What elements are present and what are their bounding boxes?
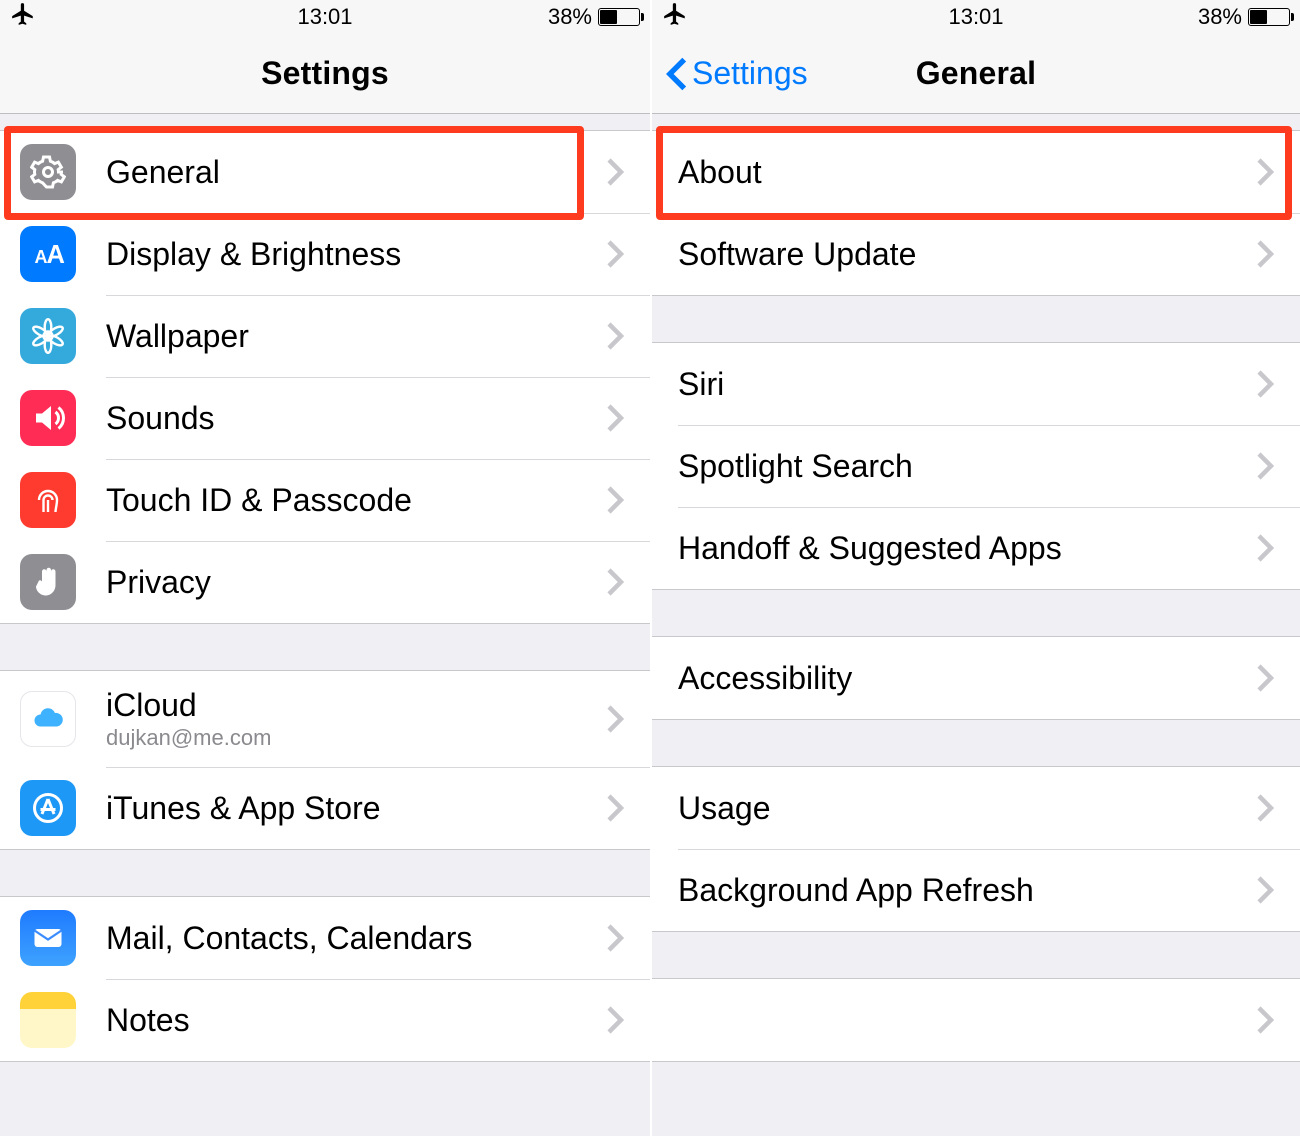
chevron-right-icon	[606, 793, 624, 823]
row-sounds[interactable]: Sounds	[0, 377, 650, 459]
row-background-app-refresh[interactable]: Background App Refresh	[652, 849, 1300, 931]
cloud-icon	[20, 691, 76, 747]
row-label: Sounds	[106, 400, 215, 437]
hand-icon	[20, 554, 76, 610]
row-wallpaper[interactable]: Wallpaper	[0, 295, 650, 377]
row-software-update[interactable]: Software Update	[652, 213, 1300, 295]
row-label: Accessibility	[678, 660, 852, 697]
row-general[interactable]: General	[0, 131, 650, 213]
row-mail-contacts-calendars[interactable]: Mail, Contacts, Calendars	[0, 897, 650, 979]
row-handoff[interactable]: Handoff & Suggested Apps	[652, 507, 1300, 589]
row-accessibility[interactable]: Accessibility	[652, 637, 1300, 719]
chevron-right-icon	[1256, 451, 1274, 481]
chevron-right-icon	[1256, 1005, 1274, 1035]
speaker-icon	[20, 390, 76, 446]
row-label: Mail, Contacts, Calendars	[106, 920, 472, 957]
settings-screen: 13:01 38% Settings General AA Display &	[0, 0, 650, 1136]
chevron-right-icon	[1256, 875, 1274, 905]
row-label: Handoff & Suggested Apps	[678, 530, 1062, 567]
row-privacy[interactable]: Privacy	[0, 541, 650, 623]
fingerprint-icon	[20, 472, 76, 528]
chevron-right-icon	[606, 567, 624, 597]
row-label: About	[678, 154, 762, 191]
notes-icon	[20, 992, 76, 1048]
row-siri[interactable]: Siri	[652, 343, 1300, 425]
row-label: Spotlight Search	[678, 448, 913, 485]
status-bar: 13:01 38%	[0, 0, 650, 34]
chevron-right-icon	[1256, 369, 1274, 399]
back-button[interactable]: Settings	[666, 55, 808, 92]
general-list[interactable]: About Software Update Siri Spotlight Sea…	[652, 114, 1300, 1136]
battery-icon	[1248, 8, 1290, 26]
row-partial[interactable]	[652, 979, 1300, 1061]
appstore-icon	[20, 780, 76, 836]
row-label: Notes	[106, 1002, 190, 1039]
row-subtitle: dujkan@me.com	[106, 725, 271, 751]
chevron-right-icon	[1256, 793, 1274, 823]
row-about[interactable]: About	[652, 131, 1300, 213]
row-label: Touch ID & Passcode	[106, 482, 412, 519]
flower-icon	[20, 308, 76, 364]
page-title: Settings	[0, 55, 650, 92]
chevron-right-icon	[1256, 157, 1274, 187]
row-usage[interactable]: Usage	[652, 767, 1300, 849]
chevron-right-icon	[1256, 239, 1274, 269]
row-label: Privacy	[106, 564, 211, 601]
chevron-right-icon	[606, 403, 624, 433]
row-itunes-appstore[interactable]: iTunes & App Store	[0, 767, 650, 849]
row-touchid-passcode[interactable]: Touch ID & Passcode	[0, 459, 650, 541]
row-label: iTunes & App Store	[106, 790, 381, 827]
chevron-left-icon	[666, 56, 688, 92]
nav-bar: Settings	[0, 34, 650, 114]
row-label: Wallpaper	[106, 318, 249, 355]
row-label: Usage	[678, 790, 771, 827]
mail-icon	[20, 910, 76, 966]
row-label: Siri	[678, 366, 724, 403]
row-label: Display & Brightness	[106, 236, 401, 273]
row-label: iCloud	[106, 687, 271, 724]
airplane-mode-icon	[10, 1, 36, 33]
chevron-right-icon	[606, 321, 624, 351]
chevron-right-icon	[1256, 663, 1274, 693]
chevron-right-icon	[606, 239, 624, 269]
gear-icon	[20, 144, 76, 200]
battery-percentage: 38%	[1198, 4, 1242, 30]
general-screen: 13:01 38% Settings General About Softwar…	[650, 0, 1300, 1136]
row-spotlight-search[interactable]: Spotlight Search	[652, 425, 1300, 507]
status-bar: 13:01 38%	[652, 0, 1300, 34]
chevron-right-icon	[606, 157, 624, 187]
row-label: Software Update	[678, 236, 916, 273]
battery-percentage: 38%	[548, 4, 592, 30]
row-label: Background App Refresh	[678, 872, 1034, 909]
row-display-brightness[interactable]: AA Display & Brightness	[0, 213, 650, 295]
chevron-right-icon	[1256, 533, 1274, 563]
battery-icon	[598, 8, 640, 26]
chevron-right-icon	[606, 485, 624, 515]
chevron-right-icon	[606, 923, 624, 953]
row-label: General	[106, 154, 220, 191]
row-icloud[interactable]: iCloud dujkan@me.com	[0, 671, 650, 767]
settings-list[interactable]: General AA Display & Brightness Wallpape…	[0, 114, 650, 1136]
airplane-mode-icon	[662, 1, 688, 33]
text-size-icon: AA	[20, 226, 76, 282]
nav-bar: Settings General	[652, 34, 1300, 114]
chevron-right-icon	[606, 1005, 624, 1035]
svg-text:A: A	[47, 241, 65, 269]
row-notes[interactable]: Notes	[0, 979, 650, 1061]
back-label: Settings	[692, 55, 808, 92]
chevron-right-icon	[606, 704, 624, 734]
